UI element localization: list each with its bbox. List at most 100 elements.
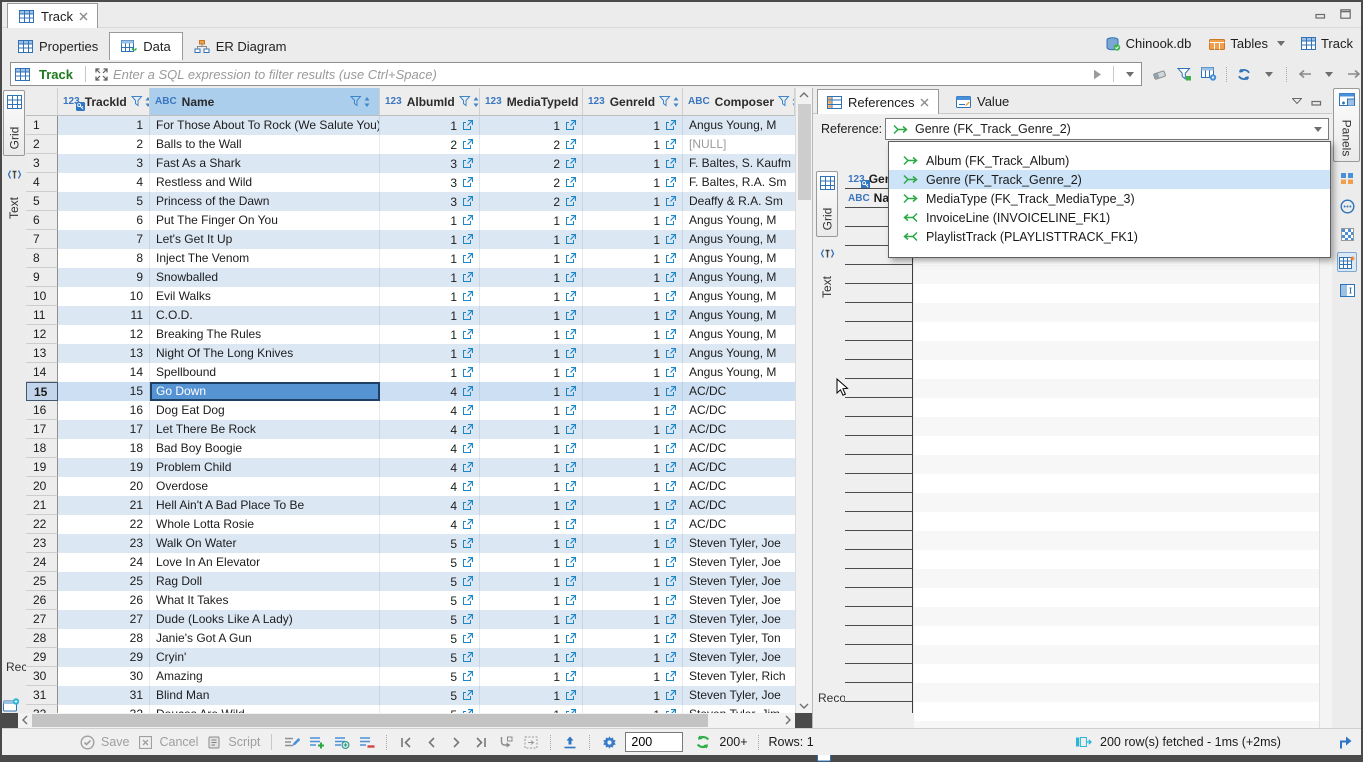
cell-name[interactable]: Overdose	[150, 477, 380, 496]
cell-trackid[interactable]: 10	[58, 287, 150, 306]
open-reference-icon[interactable]	[565, 424, 576, 435]
tab-value[interactable]: Value	[947, 89, 1018, 114]
cell-genreid[interactable]: 1	[583, 420, 683, 439]
open-reference-icon[interactable]	[665, 272, 676, 283]
open-reference-icon[interactable]	[462, 177, 473, 188]
cell-genreid[interactable]: 1	[583, 553, 683, 572]
filter-icon[interactable]	[1173, 63, 1195, 85]
table-row[interactable]: 3232Deuces Are Wild511Steven Tyler, Jim	[26, 705, 795, 713]
cell-genreid[interactable]: 1	[583, 705, 683, 713]
cell-mediatypeid[interactable]: 1	[480, 249, 583, 268]
open-reference-icon[interactable]	[565, 234, 576, 245]
cell-genreid[interactable]: 1	[583, 629, 683, 648]
cell-trackid[interactable]: 17	[58, 420, 150, 439]
cell-albumid[interactable]: 1	[380, 287, 480, 306]
table-row[interactable]: 2424Love In An Elevator511Steven Tyler, …	[26, 553, 795, 572]
cell-genreid[interactable]: 1	[583, 591, 683, 610]
cell-mediatypeid[interactable]: 1	[480, 287, 583, 306]
cell-trackid[interactable]: 25	[58, 572, 150, 591]
open-reference-icon[interactable]	[565, 120, 576, 131]
table-row[interactable]: 1717Let There Be Rock411AC/DC	[26, 420, 795, 439]
column-header-genreid[interactable]: 123GenreId	[583, 88, 683, 116]
cell-trackid[interactable]: 12	[58, 325, 150, 344]
cell-albumid[interactable]: 4	[380, 439, 480, 458]
open-reference-icon[interactable]	[565, 158, 576, 169]
row-number[interactable]: 28	[26, 629, 58, 648]
settings-gear-icon[interactable]	[600, 733, 618, 751]
open-reference-icon[interactable]	[462, 690, 473, 701]
open-reference-icon[interactable]	[665, 443, 676, 454]
row-number[interactable]: 20	[26, 477, 58, 496]
open-reference-icon[interactable]	[565, 196, 576, 207]
cell-trackid[interactable]: 7	[58, 230, 150, 249]
cell-name[interactable]: Restless and Wild	[150, 173, 380, 192]
open-reference-icon[interactable]	[665, 348, 676, 359]
cell-genreid[interactable]: 1	[583, 477, 683, 496]
cell-name[interactable]: Balls to the Wall	[150, 135, 380, 154]
cell-composer[interactable]: Steven Tyler, Joe	[683, 610, 795, 629]
cell-genreid[interactable]: 1	[583, 116, 683, 135]
cell-name[interactable]: Amazing	[150, 667, 380, 686]
row-number[interactable]: 24	[26, 553, 58, 572]
delete-row-icon[interactable]	[358, 733, 376, 751]
cell-mediatypeid[interactable]: 1	[480, 705, 583, 713]
open-reference-icon[interactable]	[462, 291, 473, 302]
cell-albumid[interactable]: 5	[380, 553, 480, 572]
cell-mediatypeid[interactable]: 1	[480, 116, 583, 135]
cell-genreid[interactable]: 1	[583, 306, 683, 325]
open-reference-icon[interactable]	[665, 120, 676, 131]
cell-mediatypeid[interactable]: 1	[480, 477, 583, 496]
open-reference-icon[interactable]	[665, 405, 676, 416]
cell-name[interactable]: Blind Man	[150, 686, 380, 705]
cell-genreid[interactable]: 1	[583, 192, 683, 211]
editor-tab-track[interactable]: Track	[7, 3, 98, 28]
cell-trackid[interactable]: 21	[58, 496, 150, 515]
open-reference-icon[interactable]	[665, 671, 676, 682]
cell-genreid[interactable]: 1	[583, 363, 683, 382]
cell-composer[interactable]: Angus Young, M	[683, 325, 795, 344]
row-number[interactable]: 9	[26, 268, 58, 287]
tab-er-diagram[interactable]: ER Diagram	[183, 32, 298, 60]
row-number[interactable]: 32	[26, 705, 58, 713]
table-row[interactable]: 1111C.O.D.111Angus Young, M	[26, 306, 795, 325]
sql-filter-input[interactable]	[113, 64, 1086, 84]
open-reference-icon[interactable]	[565, 557, 576, 568]
open-reference-icon[interactable]	[462, 158, 473, 169]
cell-mediatypeid[interactable]: 1	[480, 439, 583, 458]
open-reference-icon[interactable]	[462, 196, 473, 207]
cell-mediatypeid[interactable]: 1	[480, 534, 583, 553]
cell-name[interactable]: What It Takes	[150, 591, 380, 610]
open-reference-icon[interactable]	[565, 177, 576, 188]
open-reference-icon[interactable]	[462, 462, 473, 473]
cell-name[interactable]: Problem Child	[150, 458, 380, 477]
text-view-tab[interactable]: Text	[3, 164, 25, 228]
table-row[interactable]: 2727Dude (Looks Like A Lady)511Steven Ty…	[26, 610, 795, 629]
cell-genreid[interactable]: 1	[583, 515, 683, 534]
cell-trackid[interactable]: 30	[58, 667, 150, 686]
open-reference-icon[interactable]	[462, 443, 473, 454]
cell-albumid[interactable]: 1	[380, 230, 480, 249]
cell-albumid[interactable]: 4	[380, 458, 480, 477]
cell-mediatypeid[interactable]: 1	[480, 553, 583, 572]
cell-genreid[interactable]: 1	[583, 401, 683, 420]
open-reference-icon[interactable]	[665, 519, 676, 530]
cell-composer[interactable]: Deaffy & R.A. Sm	[683, 192, 795, 211]
last-row-icon[interactable]	[472, 733, 490, 751]
cell-trackid[interactable]: 6	[58, 211, 150, 230]
tab-properties[interactable]: Properties	[7, 32, 109, 60]
row-number[interactable]: 22	[26, 515, 58, 534]
cell-mediatypeid[interactable]: 2	[480, 154, 583, 173]
open-reference-icon[interactable]	[665, 690, 676, 701]
row-number[interactable]: 3	[26, 154, 58, 173]
save-button[interactable]: Save	[78, 733, 130, 751]
open-reference-icon[interactable]	[462, 557, 473, 568]
cell-name[interactable]: Dog Eat Dog	[150, 401, 380, 420]
cell-genreid[interactable]: 1	[583, 382, 683, 401]
previous-row-icon[interactable]	[422, 733, 440, 751]
cell-composer[interactable]: Angus Young, M	[683, 230, 795, 249]
cell-genreid[interactable]: 1	[583, 496, 683, 515]
cell-albumid[interactable]: 1	[380, 344, 480, 363]
dropdown-item[interactable]: Album (FK_Track_Album)	[889, 151, 1330, 170]
open-reference-icon[interactable]	[565, 671, 576, 682]
table-row[interactable]: 2525Rag Doll511Steven Tyler, Joe	[26, 572, 795, 591]
